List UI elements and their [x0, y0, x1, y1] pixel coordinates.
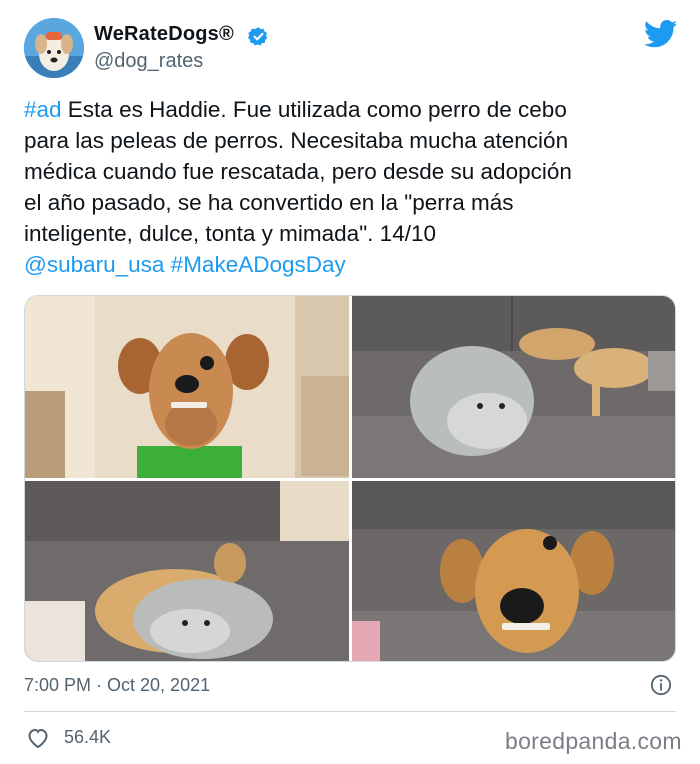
twitter-bird-icon[interactable]	[644, 20, 678, 48]
hashtag-ad-link[interactable]: #ad	[24, 97, 62, 122]
dog-curled-on-seal-pillow-photo[interactable]	[25, 481, 349, 661]
tweet-line: el año pasado, se ha convertido en la "p…	[24, 190, 514, 215]
tweet-card: WeRateDogs® @dog_rates #ad Esta es Haddi…	[0, 0, 700, 764]
avatar[interactable]	[24, 18, 84, 78]
photo-grid	[24, 295, 676, 662]
tweet-timestamp[interactable]: 7:00 PM · Oct 20, 2021	[24, 675, 210, 696]
tweet-line: para las peleas de perros. Necesitaba mu…	[24, 128, 569, 153]
dog-portrait-photo[interactable]	[25, 296, 349, 478]
tweet-line: inteligente, dulce, tonta y mimada". 14/…	[24, 221, 436, 246]
heart-icon[interactable]	[26, 727, 50, 749]
dog-sleeping-on-seal-pillow-photo[interactable]	[352, 296, 675, 478]
tweet-line: médica cuando fue rescatada, pero desde …	[24, 159, 572, 184]
info-icon[interactable]	[650, 674, 672, 696]
tweet-text: #ad Esta es Haddie. Fue utilizada como p…	[24, 94, 674, 280]
verified-badge-icon	[248, 27, 268, 46]
tweet-line: #ad Esta es Haddie. Fue utilizada como p…	[24, 97, 567, 122]
display-name[interactable]: WeRateDogs®	[94, 23, 234, 46]
like-count[interactable]: 56.4K	[64, 727, 111, 748]
watermark: boredpanda.com	[505, 728, 682, 754]
mentions-hashtags-link[interactable]: @subaru_usa #MakeADogsDay	[24, 249, 674, 280]
divider	[24, 711, 676, 712]
dog-smiling-photo[interactable]	[352, 481, 675, 661]
account-handle[interactable]: @dog_rates	[94, 50, 203, 73]
